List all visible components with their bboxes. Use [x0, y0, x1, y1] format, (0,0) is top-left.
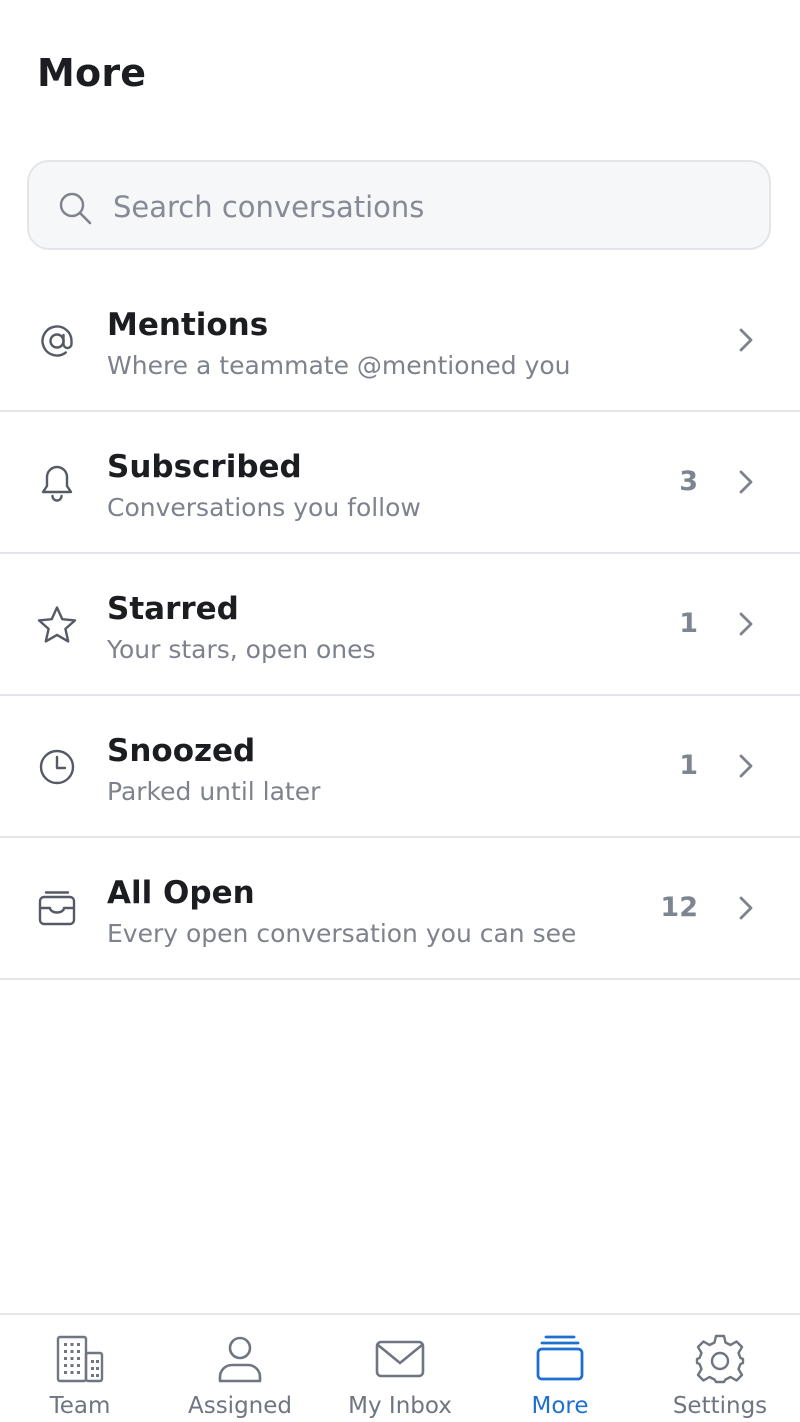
- item-count: 12: [660, 892, 698, 923]
- tab-more[interactable]: More: [480, 1315, 640, 1422]
- item-title: All Open: [107, 875, 255, 911]
- tab-team[interactable]: Team: [0, 1315, 160, 1422]
- tab-my-inbox[interactable]: My Inbox: [320, 1315, 480, 1422]
- tab-label: Assigned: [187, 1393, 293, 1419]
- item-title: Starred: [107, 591, 239, 627]
- item-title: Subscribed: [107, 449, 302, 485]
- tab-assigned[interactable]: Assigned: [160, 1315, 320, 1422]
- list-item-snoozed[interactable]: Snoozed Parked until later 1: [0, 696, 800, 838]
- tab-label: Settings: [672, 1393, 768, 1419]
- user-icon: [218, 1336, 262, 1383]
- star-icon: [37, 606, 77, 643]
- search-input[interactable]: [113, 184, 733, 230]
- gear-icon: [695, 1334, 745, 1384]
- chevron-right-icon: [739, 612, 753, 636]
- stack-icon: [536, 1335, 584, 1381]
- tab-settings[interactable]: Settings: [640, 1315, 800, 1422]
- tab-label: Team: [49, 1393, 111, 1419]
- list-item-subscribed[interactable]: Subscribed Conversations you follow 3: [0, 412, 800, 554]
- inbox-tray-icon: [38, 891, 76, 926]
- building-icon: [56, 1335, 104, 1383]
- tab-label: My Inbox: [348, 1393, 452, 1419]
- bell-icon: [41, 465, 73, 502]
- list-item-starred[interactable]: Starred Your stars, open ones 1: [0, 554, 800, 696]
- item-title: Snoozed: [107, 733, 256, 769]
- bottom-tab-bar: Team Assigned My Inbox More Settings: [0, 1313, 800, 1422]
- item-subtitle: Your stars, open ones: [107, 635, 376, 664]
- clock-icon: [39, 749, 75, 785]
- item-subtitle: Where a teammate @mentioned you: [107, 351, 571, 380]
- page-title: More: [37, 51, 147, 95]
- more-screen: More Mentions Where a teammate @mentione…: [0, 0, 800, 1422]
- item-subtitle: Parked until later: [107, 777, 321, 806]
- conversation-filter-list: Mentions Where a teammate @mentioned you…: [0, 270, 800, 980]
- envelope-icon: [375, 1340, 425, 1378]
- at-sign-icon: [41, 325, 73, 357]
- chevron-right-icon: [739, 896, 753, 920]
- list-item-all-open[interactable]: All Open Every open conversation you can…: [0, 838, 800, 980]
- search-icon: [59, 192, 92, 225]
- search-box[interactable]: [27, 160, 771, 250]
- list-item-mentions[interactable]: Mentions Where a teammate @mentioned you: [0, 270, 800, 412]
- item-count: 3: [679, 466, 698, 497]
- item-title: Mentions: [107, 307, 269, 343]
- chevron-right-icon: [739, 754, 753, 778]
- item-count: 1: [679, 750, 698, 781]
- chevron-right-icon: [739, 470, 753, 494]
- item-subtitle: Every open conversation you can see: [107, 919, 577, 948]
- chevron-right-icon: [739, 328, 753, 352]
- item-count: 1: [679, 608, 698, 639]
- tab-label: More: [531, 1393, 589, 1419]
- item-subtitle: Conversations you follow: [107, 493, 421, 522]
